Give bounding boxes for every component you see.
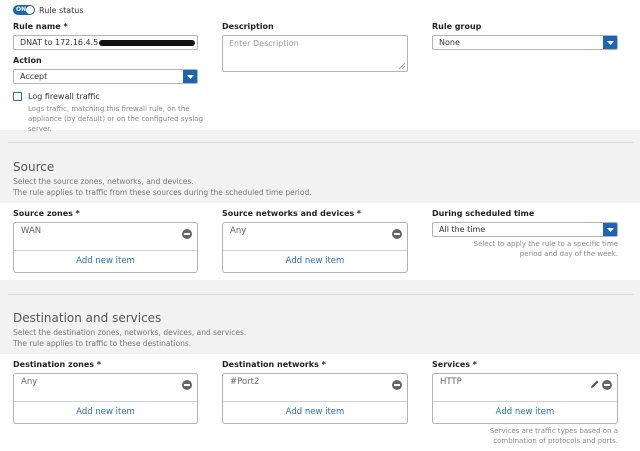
log-traffic-help: Logs traffic, matching this firewall rul…: [28, 105, 204, 133]
rule-status-label: Rule status: [39, 6, 84, 15]
remove-minus-icon[interactable]: [602, 380, 612, 390]
action-dropdown-button[interactable]: [183, 70, 197, 83]
rule-group-value: None: [439, 38, 460, 47]
list-divider: [14, 250, 197, 251]
pencil-icon[interactable]: [590, 379, 600, 389]
chevron-down-icon: [187, 75, 194, 79]
schedule-select[interactable]: All the time: [432, 222, 618, 237]
chevron-down-icon: [607, 41, 614, 45]
section-divider: [8, 142, 633, 143]
rule-group-dropdown-button[interactable]: [603, 36, 617, 49]
remove-minus-icon[interactable]: [392, 380, 402, 390]
source-subtitle-2: The rule applies to traffic from these s…: [13, 188, 312, 197]
destination-zones-list: Any Add new item: [13, 373, 198, 424]
list-item: #Port2: [230, 377, 260, 387]
schedule-dropdown-button[interactable]: [603, 223, 617, 236]
source-zones-list: WAN Add new item: [13, 222, 198, 273]
resize-grip-icon: [399, 63, 405, 69]
action-value: Accept: [20, 72, 48, 81]
rule-status-toggle[interactable]: ON: [13, 5, 35, 15]
destination-zones-label: Destination zones *: [13, 360, 102, 369]
description-placeholder: Enter Description: [229, 39, 299, 48]
services-list: HTTP Add new item: [432, 373, 618, 424]
description-label: Description: [222, 22, 274, 31]
services-help: Services are traffic types based on a co…: [489, 427, 618, 445]
log-traffic-checkbox[interactable]: [13, 92, 22, 101]
section-divider: [8, 294, 633, 295]
remove-minus-icon[interactable]: [392, 229, 402, 239]
list-item: HTTP: [440, 377, 462, 387]
list-divider: [223, 401, 407, 402]
add-new-item-link[interactable]: Add new item: [14, 256, 197, 266]
destination-panel: Destination zones * Any Add new item Des…: [0, 354, 640, 451]
chevron-down-icon: [607, 228, 614, 232]
source-panel: Source zones * WAN Add new item Source n…: [0, 203, 640, 280]
rule-group-label: Rule group: [432, 22, 482, 31]
list-item: Any: [230, 226, 247, 236]
remove-minus-icon[interactable]: [182, 229, 192, 239]
list-divider: [14, 401, 197, 402]
list-divider: [223, 250, 407, 251]
action-select[interactable]: Accept: [13, 69, 198, 84]
add-new-item-link[interactable]: Add new item: [223, 407, 407, 417]
source-zones-label: Source zones *: [13, 209, 80, 218]
rule-name-label: Rule name *: [13, 22, 68, 31]
general-panel: ON Rule status Rule name * DNAT to 172.1…: [0, 0, 640, 133]
add-new-item-link[interactable]: Add new item: [433, 407, 617, 417]
schedule-value: All the time: [439, 225, 486, 234]
services-label: Services *: [432, 360, 477, 369]
add-new-item-link[interactable]: Add new item: [14, 407, 197, 417]
toggle-on-label: ON: [16, 6, 27, 13]
rule-name-input[interactable]: DNAT to 172.16.4.5 -: [13, 35, 198, 50]
toggle-knob: [26, 6, 34, 14]
source-section-title: Source: [13, 160, 55, 174]
list-divider: [433, 401, 617, 402]
log-traffic-label: Log firewall traffic: [28, 92, 100, 101]
description-textarea[interactable]: Enter Description: [222, 35, 408, 72]
source-networks-label: Source networks and devices *: [222, 209, 362, 218]
action-label: Action: [13, 56, 42, 65]
destination-networks-label: Destination networks *: [222, 360, 326, 369]
schedule-label: During scheduled time: [432, 209, 535, 218]
list-item: WAN: [21, 226, 42, 236]
destination-section-title: Destination and services: [13, 311, 162, 325]
rule-name-value: DNAT to 172.16.4.5 -: [20, 38, 104, 47]
redacted-text: [99, 40, 195, 46]
add-new-item-link[interactable]: Add new item: [223, 256, 407, 266]
remove-minus-icon[interactable]: [182, 380, 192, 390]
source-networks-list: Any Add new item: [222, 222, 408, 273]
destination-subtitle-2: The rule applies to traffic to these des…: [13, 339, 192, 348]
destination-networks-list: #Port2 Add new item: [222, 373, 408, 424]
source-subtitle-1: Select the source zones, networks, and d…: [13, 177, 194, 186]
schedule-help: Select to apply the rule to a specific t…: [473, 240, 618, 258]
destination-subtitle-1: Select the destination zones, networks, …: [13, 328, 247, 337]
list-item: Any: [21, 377, 38, 387]
rule-group-select[interactable]: None: [432, 35, 618, 50]
